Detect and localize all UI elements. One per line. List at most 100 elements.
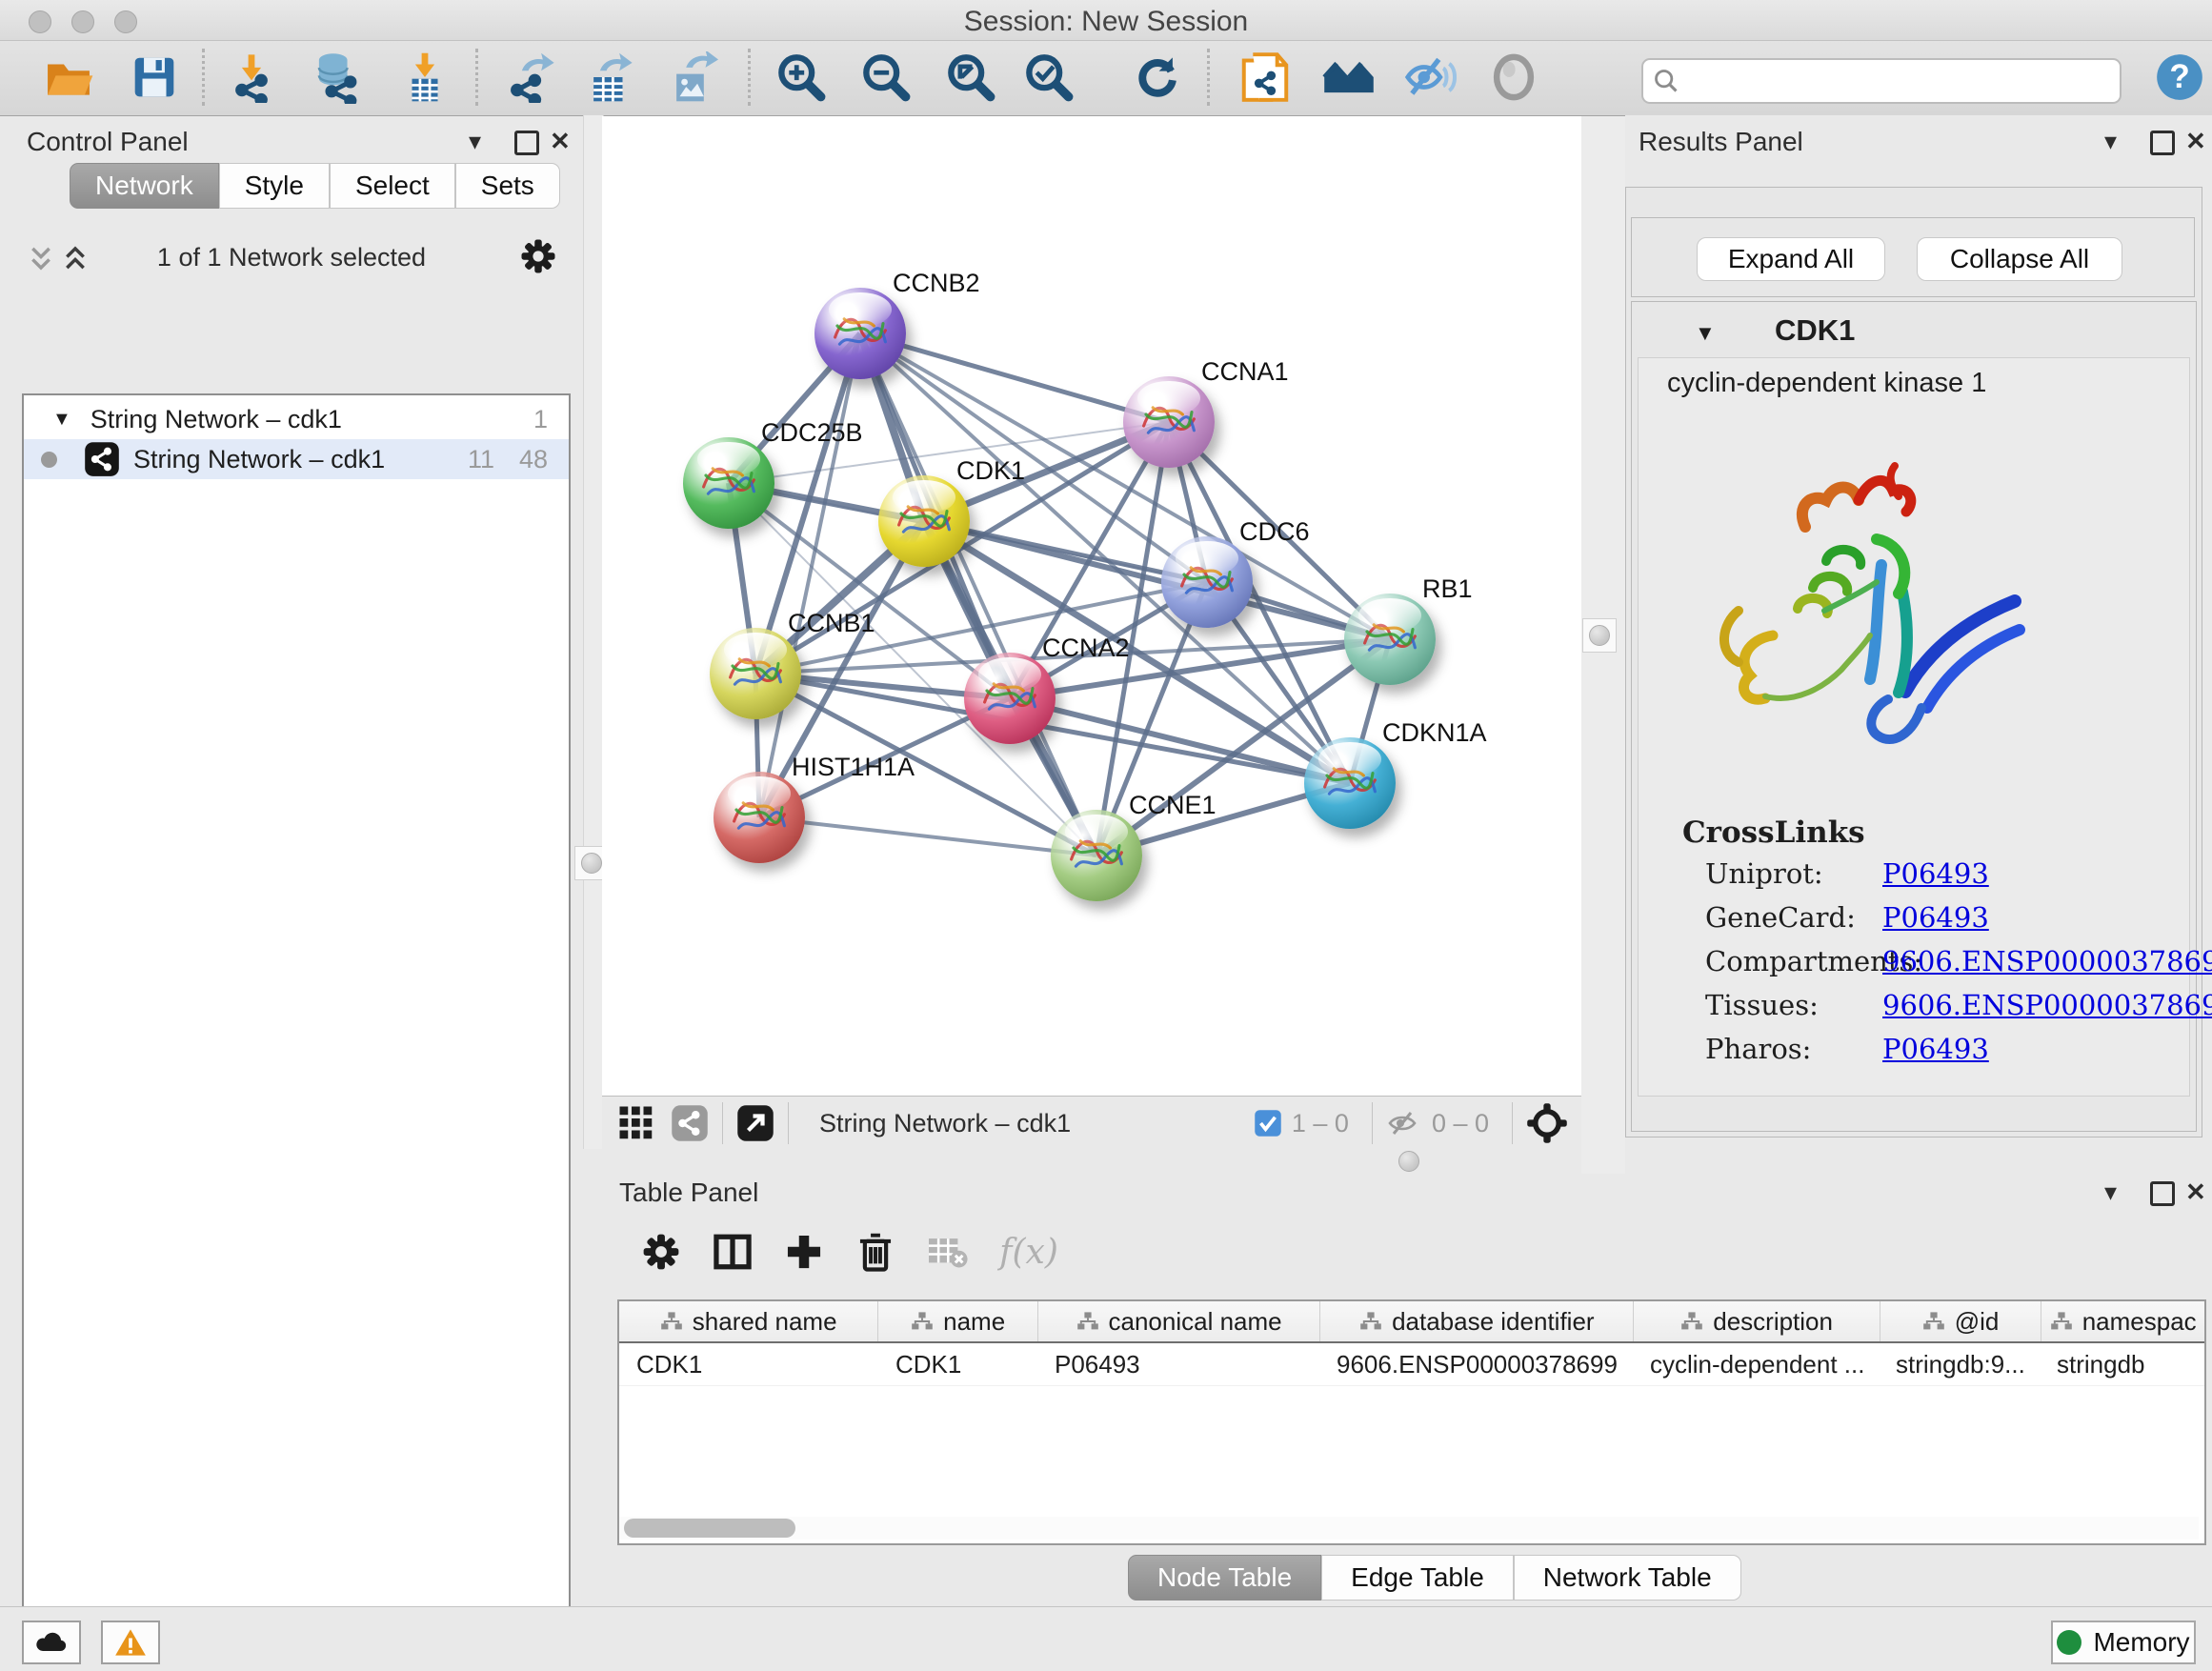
tab-style[interactable]: Style [219,163,330,209]
node-label-CDK1: CDK1 [956,456,1025,486]
toolbar-separator [748,49,751,106]
title-bar: Session: New Session [0,0,2212,41]
table-panel-float-icon[interactable] [2150,1181,2175,1206]
node-CCNB2[interactable] [814,288,906,379]
node-CCNA2[interactable] [964,653,1056,744]
crosslink-link[interactable]: 9606.ENSP00000378699 [1882,989,2212,1021]
results-panel-collapse-icon[interactable]: ▾ [2104,127,2117,156]
column-header-name[interactable]: name [877,1301,1037,1341]
zoom-out-button[interactable] [857,49,915,106]
column-header-database-identifier[interactable]: database identifier [1319,1301,1633,1341]
node-CDKN1A[interactable] [1304,737,1396,829]
crosslink-link[interactable]: P06493 [1882,901,1989,934]
node-CDK1[interactable] [878,475,970,567]
node-CCNE1[interactable] [1051,810,1142,901]
collection-expand-icon[interactable]: ▼ [52,409,71,431]
collapse-all-button[interactable]: Collapse All [1917,237,2122,281]
crosslink-link[interactable]: P06493 [1882,857,1989,890]
crosslink-link[interactable]: P06493 [1882,1033,1989,1065]
node-CCNB1[interactable] [710,628,801,719]
column-header-namespac[interactable]: namespac [2041,1301,2204,1341]
table-panel-collapse-icon[interactable]: ▾ [2104,1178,2117,1207]
birds-eye-view-icon[interactable] [1526,1102,1568,1144]
string-home-button[interactable] [1320,49,1377,106]
memory-button[interactable]: Memory [2051,1621,2196,1664]
function-builder-button[interactable]: f(x) [991,1227,1067,1277]
search-input[interactable] [1641,58,2122,104]
delete-column-button[interactable] [851,1227,900,1277]
zoom-selected-button[interactable] [1020,49,1077,106]
column-type-icon [911,1311,934,1332]
show-graphics-button[interactable] [1485,49,1542,106]
zoom-in-button[interactable] [773,49,830,106]
tab-select[interactable]: Select [330,163,455,209]
add-column-button[interactable] [779,1227,829,1277]
node-CDC6[interactable] [1161,536,1253,628]
open-folder-icon [43,51,94,103]
scrollbar-thumb[interactable] [624,1519,795,1538]
left-splitter[interactable] [583,115,604,1149]
results-panel-float-icon[interactable] [2150,131,2175,155]
network-collection-row[interactable]: ▼ String Network – cdk1 1 [24,399,569,439]
network-view-icon[interactable] [671,1104,709,1142]
collection-count: 1 [533,405,548,434]
column-header-description[interactable]: description [1633,1301,1879,1341]
horizontal-splitter[interactable] [602,1149,1581,1174]
export-table-button[interactable] [581,49,638,106]
import-table-file-button[interactable] [396,49,453,106]
control-panel-collapse-icon[interactable]: ▾ [469,127,481,156]
node-RB1[interactable] [1344,594,1436,685]
column-header-canonical-name[interactable]: canonical name [1037,1301,1319,1341]
table-row[interactable]: CDK1CDK1P064939606.ENSP00000378699cyclin… [619,1343,2204,1386]
show-columns-button[interactable] [708,1227,757,1277]
node-label-HIST1H1A: HIST1H1A [792,753,915,782]
results-panel-close-icon[interactable]: ✕ [2185,127,2206,156]
save-session-button[interactable] [126,49,183,106]
hide-unhide-button[interactable] [1401,49,1458,106]
delete-table-button[interactable] [922,1227,972,1277]
table-panel-close-icon[interactable]: ✕ [2185,1178,2206,1207]
table-cell: stringdb [2040,1343,2202,1385]
help-button[interactable]: ? [2151,49,2208,106]
export-network-icon [506,51,557,103]
control-panel-float-icon[interactable] [514,131,539,155]
column-header--id[interactable]: @id [1880,1301,2041,1341]
open-in-new-window-icon[interactable] [736,1104,774,1142]
column-header-shared-name[interactable]: shared name [619,1301,877,1341]
crosslink-row: GeneCard: [1705,901,1856,934]
warnings-button[interactable] [101,1621,160,1664]
horizontal-splitter-handle[interactable] [1398,1151,1419,1172]
node-CCNA1[interactable] [1123,376,1215,468]
hidden-eye-slash-icon [1386,1108,1422,1138]
tab-network-table[interactable]: Network Table [1514,1555,1741,1601]
table-horizontal-scrollbar[interactable] [619,1517,2199,1540]
node-CDC25B[interactable] [683,437,774,529]
refresh-button[interactable] [1129,49,1186,106]
crosslink-link[interactable]: 9606.ENSP00000378699 [1882,945,2212,977]
cloud-status-button[interactable] [22,1621,81,1664]
memory-label: Memory [2093,1627,2189,1658]
control-panel-close-icon[interactable]: ✕ [550,127,571,156]
tab-sets[interactable]: Sets [455,163,560,209]
column-type-icon [1359,1311,1382,1332]
tab-network[interactable]: Network [70,163,219,209]
network-canvas[interactable]: CCNB2 CCNA1 CDC25B CDK1 CDC6 RB1 CCNB1 C… [602,116,1581,1096]
grid-view-icon[interactable] [617,1104,655,1142]
table-gear-button[interactable] [636,1227,686,1277]
export-image-button[interactable] [664,49,721,106]
expand-all-button[interactable]: Expand All [1697,237,1885,281]
node-HIST1H1A[interactable] [714,772,805,863]
gene-collapse-icon[interactable]: ▼ [1695,321,1716,346]
network-options-gear-icon[interactable] [519,237,557,280]
network-row-selected[interactable]: String Network – cdk1 11 48 [24,439,569,479]
import-network-database-button[interactable] [308,49,365,106]
open-session-button[interactable] [40,49,97,106]
zoom-fit-button[interactable] [942,49,999,106]
export-network-button[interactable] [503,49,560,106]
selected-checkbox-icon[interactable] [1254,1109,1282,1137]
tab-edge-table[interactable]: Edge Table [1321,1555,1514,1601]
network-snapshot-button[interactable] [1237,49,1294,106]
tab-node-table[interactable]: Node Table [1128,1555,1321,1601]
import-network-file-button[interactable] [223,49,280,106]
right-splitter-handle[interactable] [1582,618,1617,653]
